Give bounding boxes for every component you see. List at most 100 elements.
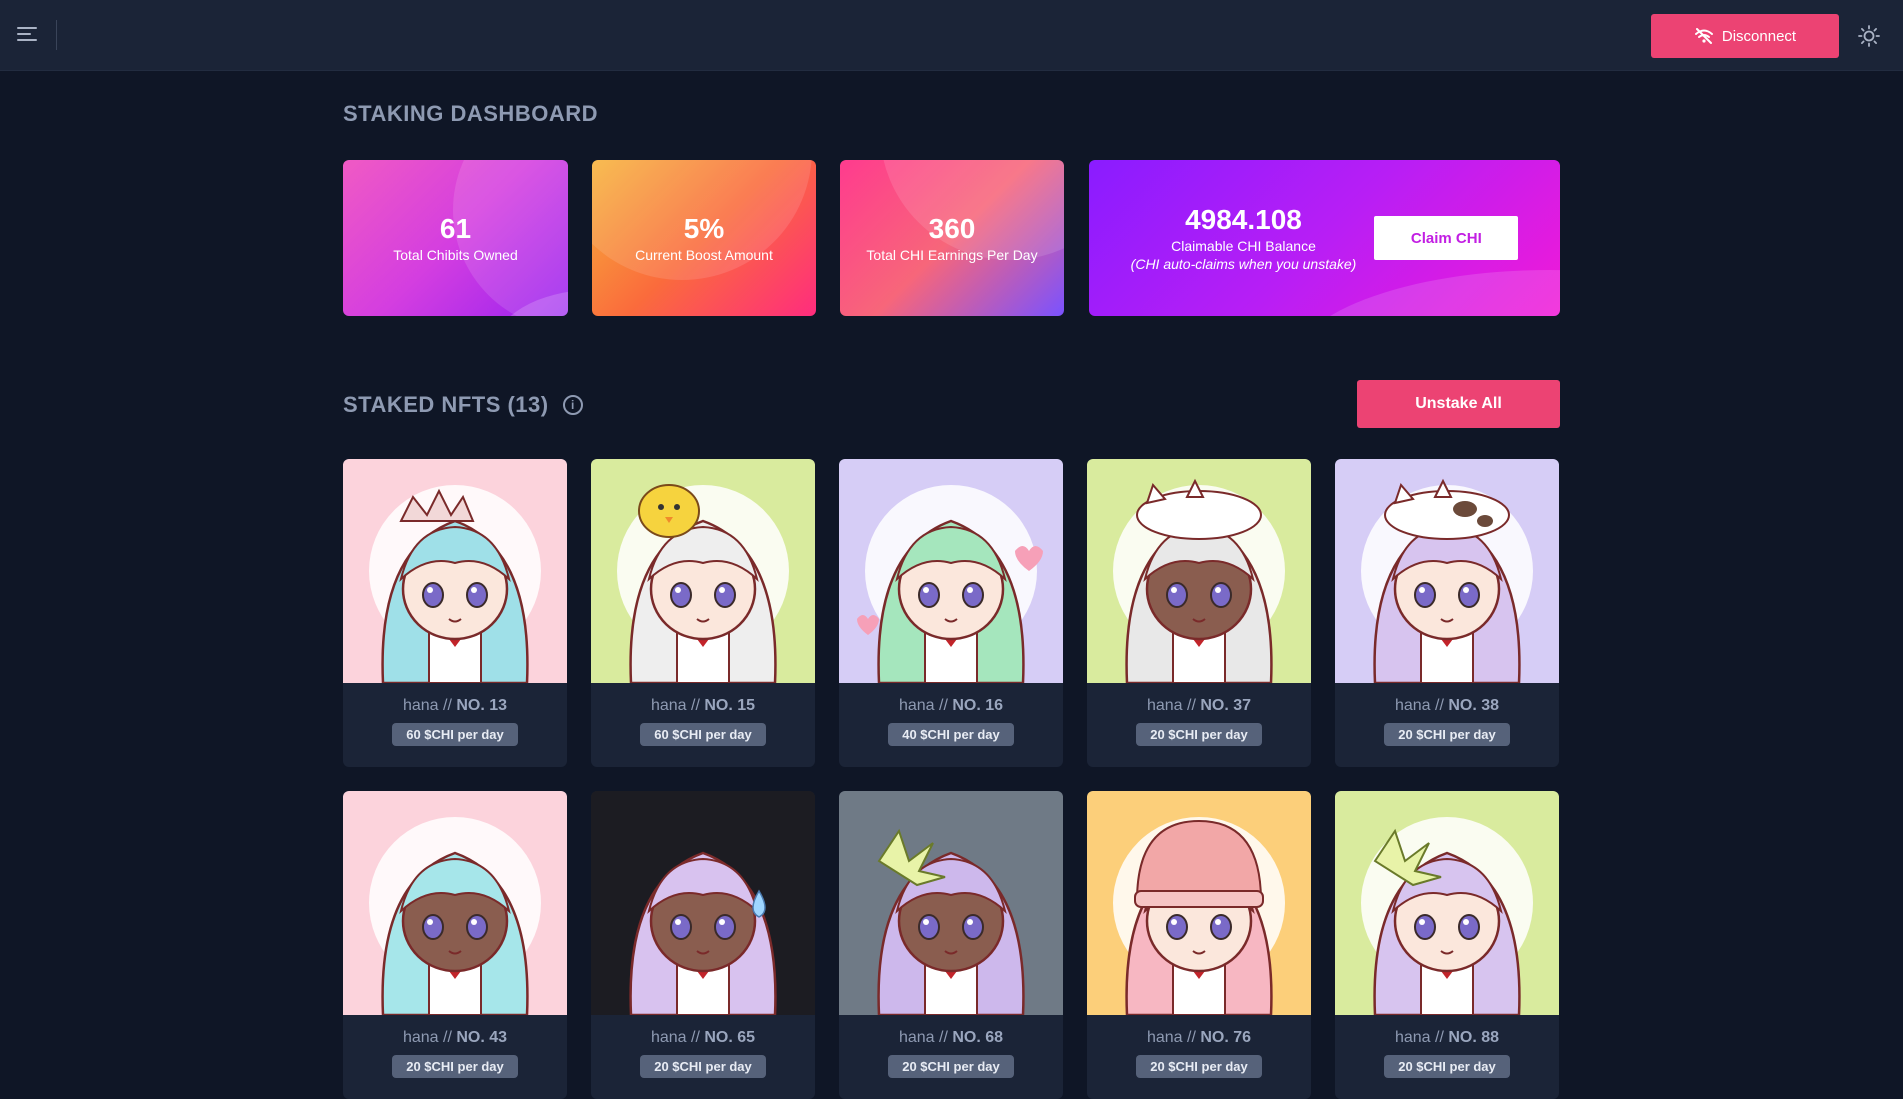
wifi-off-icon xyxy=(1694,28,1713,44)
nft-image xyxy=(343,791,567,1015)
nft-rate-badge: 20 $CHI per day xyxy=(1136,1055,1262,1078)
nft-name: hana // NO. 38 xyxy=(1395,697,1499,715)
nft-card[interactable]: hana // NO. 88 20 $CHI per day xyxy=(1335,791,1559,1099)
nft-meta: hana // NO. 43 20 $CHI per day xyxy=(343,1015,567,1099)
nft-number: NO. 68 xyxy=(952,1029,1004,1046)
nft-image xyxy=(1087,459,1311,683)
nft-prefix: hana // xyxy=(402,697,452,714)
theme-toggle-sun-icon[interactable] xyxy=(1858,25,1880,47)
nft-meta: hana // NO. 68 20 $CHI per day xyxy=(839,1015,1063,1099)
nft-image xyxy=(839,791,1063,1015)
nft-card[interactable]: hana // NO. 68 20 $CHI per day xyxy=(839,791,1063,1099)
nft-prefix: hana // xyxy=(650,1029,700,1046)
nft-number: NO. 38 xyxy=(1448,697,1500,714)
nft-card[interactable]: hana // NO. 65 20 $CHI per day xyxy=(591,791,815,1099)
nft-meta: hana // NO. 15 60 $CHI per day xyxy=(591,683,815,767)
nft-card[interactable]: hana // NO. 38 20 $CHI per day xyxy=(1335,459,1559,767)
stat-label: Current Boost Amount xyxy=(635,247,773,263)
nft-name: hana // NO. 88 xyxy=(1395,1029,1499,1047)
nft-rate-badge: 40 $CHI per day xyxy=(888,723,1014,746)
stat-value: 360 xyxy=(928,213,976,244)
nft-card[interactable]: hana // NO. 76 20 $CHI per day xyxy=(1087,791,1311,1099)
nft-rate-badge: 20 $CHI per day xyxy=(1384,1055,1510,1078)
nft-number: NO. 43 xyxy=(456,1029,508,1046)
chibi-avatar-image xyxy=(591,459,815,683)
nft-rate-badge: 20 $CHI per day xyxy=(392,1055,518,1078)
chibi-avatar-image xyxy=(1087,459,1311,683)
nft-number: NO. 88 xyxy=(1448,1029,1500,1046)
nft-number: NO. 65 xyxy=(704,1029,756,1046)
nft-name: hana // NO. 37 xyxy=(1147,697,1251,715)
disconnect-label: Disconnect xyxy=(1721,27,1797,45)
chibi-avatar-image xyxy=(343,459,567,683)
nft-card[interactable]: hana // NO. 15 60 $CHI per day xyxy=(591,459,815,767)
nft-card[interactable]: hana // NO. 43 20 $CHI per day xyxy=(343,791,567,1099)
nft-rate-badge: 20 $CHI per day xyxy=(1384,723,1510,746)
nft-meta: hana // NO. 76 20 $CHI per day xyxy=(1087,1015,1311,1099)
claim-value: 4984.108 xyxy=(1185,204,1302,235)
nft-meta: hana // NO. 88 20 $CHI per day xyxy=(1335,1015,1559,1099)
stat-card-claimable-balance: 4984.108 Claimable CHI Balance (CHI auto… xyxy=(1089,160,1560,316)
page-title: STAKING DASHBOARD xyxy=(343,101,598,126)
nft-prefix: hana // xyxy=(898,697,948,714)
chibi-avatar-image xyxy=(1335,791,1559,1015)
top-bar: Disconnect xyxy=(0,0,1903,71)
nft-prefix: hana // xyxy=(898,1029,948,1046)
nft-prefix: hana // xyxy=(1146,697,1196,714)
chibi-avatar-image xyxy=(1335,459,1559,683)
nft-rate-badge: 60 $CHI per day xyxy=(640,723,766,746)
nft-prefix: hana // xyxy=(1394,697,1444,714)
chibi-avatar-image xyxy=(839,459,1063,683)
nft-prefix: hana // xyxy=(650,697,700,714)
nft-card[interactable]: hana // NO. 16 40 $CHI per day xyxy=(839,459,1063,767)
nft-name: hana // NO. 13 xyxy=(403,697,507,715)
nft-card[interactable]: hana // NO. 13 60 $CHI per day xyxy=(343,459,567,767)
stat-card-boost-amount: 5% Current Boost Amount xyxy=(592,160,816,316)
chibi-avatar-image xyxy=(1087,791,1311,1015)
nft-meta: hana // NO. 37 20 $CHI per day xyxy=(1087,683,1311,767)
claim-label: Claimable CHI Balance xyxy=(1171,238,1316,254)
staked-title: STAKED NFTS (13) xyxy=(343,392,549,417)
nft-name: hana // NO. 16 xyxy=(899,697,1003,715)
chibi-avatar-image xyxy=(591,791,815,1015)
nft-name: hana // NO. 76 xyxy=(1147,1029,1251,1047)
nft-rate-badge: 20 $CHI per day xyxy=(888,1055,1014,1078)
nft-prefix: hana // xyxy=(1146,1029,1196,1046)
nft-image xyxy=(1335,791,1559,1015)
stat-value: 61 xyxy=(439,213,472,244)
menu-icon[interactable] xyxy=(17,27,39,43)
topbar-divider xyxy=(56,20,57,50)
nft-name: hana // NO. 43 xyxy=(403,1029,507,1047)
nft-grid: hana // NO. 13 60 $CHI per day hana // N… xyxy=(343,459,1559,1099)
nft-image xyxy=(1335,459,1559,683)
nft-rate-badge: 20 $CHI per day xyxy=(640,1055,766,1078)
nft-prefix: hana // xyxy=(1394,1029,1444,1046)
nft-meta: hana // NO. 65 20 $CHI per day xyxy=(591,1015,815,1099)
nft-name: hana // NO. 68 xyxy=(899,1029,1003,1047)
nft-meta: hana // NO. 16 40 $CHI per day xyxy=(839,683,1063,767)
nft-name: hana // NO. 15 xyxy=(651,697,755,715)
nft-number: NO. 13 xyxy=(456,697,508,714)
nft-image xyxy=(839,459,1063,683)
nft-prefix: hana // xyxy=(402,1029,452,1046)
chibi-avatar-image xyxy=(343,791,567,1015)
unstake-all-button[interactable]: Unstake All xyxy=(1357,380,1560,428)
chibi-avatar-image xyxy=(839,791,1063,1015)
stat-card-earnings-per-day: 360 Total CHI Earnings Per Day xyxy=(840,160,1064,316)
nft-name: hana // NO. 65 xyxy=(651,1029,755,1047)
claim-chi-button[interactable]: Claim CHI xyxy=(1374,216,1519,260)
stat-value: 5% xyxy=(683,213,725,244)
info-icon[interactable]: i xyxy=(562,395,583,415)
nft-number: NO. 76 xyxy=(1200,1029,1252,1046)
nft-image xyxy=(343,459,567,683)
nft-card[interactable]: hana // NO. 37 20 $CHI per day xyxy=(1087,459,1311,767)
nft-image xyxy=(1087,791,1311,1015)
stat-card-chibits-owned: 61 Total Chibits Owned xyxy=(343,160,568,316)
disconnect-button[interactable]: Disconnect xyxy=(1651,14,1839,58)
nft-rate-badge: 20 $CHI per day xyxy=(1136,723,1262,746)
nft-meta: hana // NO. 38 20 $CHI per day xyxy=(1335,683,1559,767)
stat-label: Total Chibits Owned xyxy=(393,247,518,263)
nft-image xyxy=(591,459,815,683)
claim-info: 4984.108 Claimable CHI Balance (CHI auto… xyxy=(1131,204,1357,272)
staked-header: STAKED NFTS (13) i xyxy=(343,392,583,418)
